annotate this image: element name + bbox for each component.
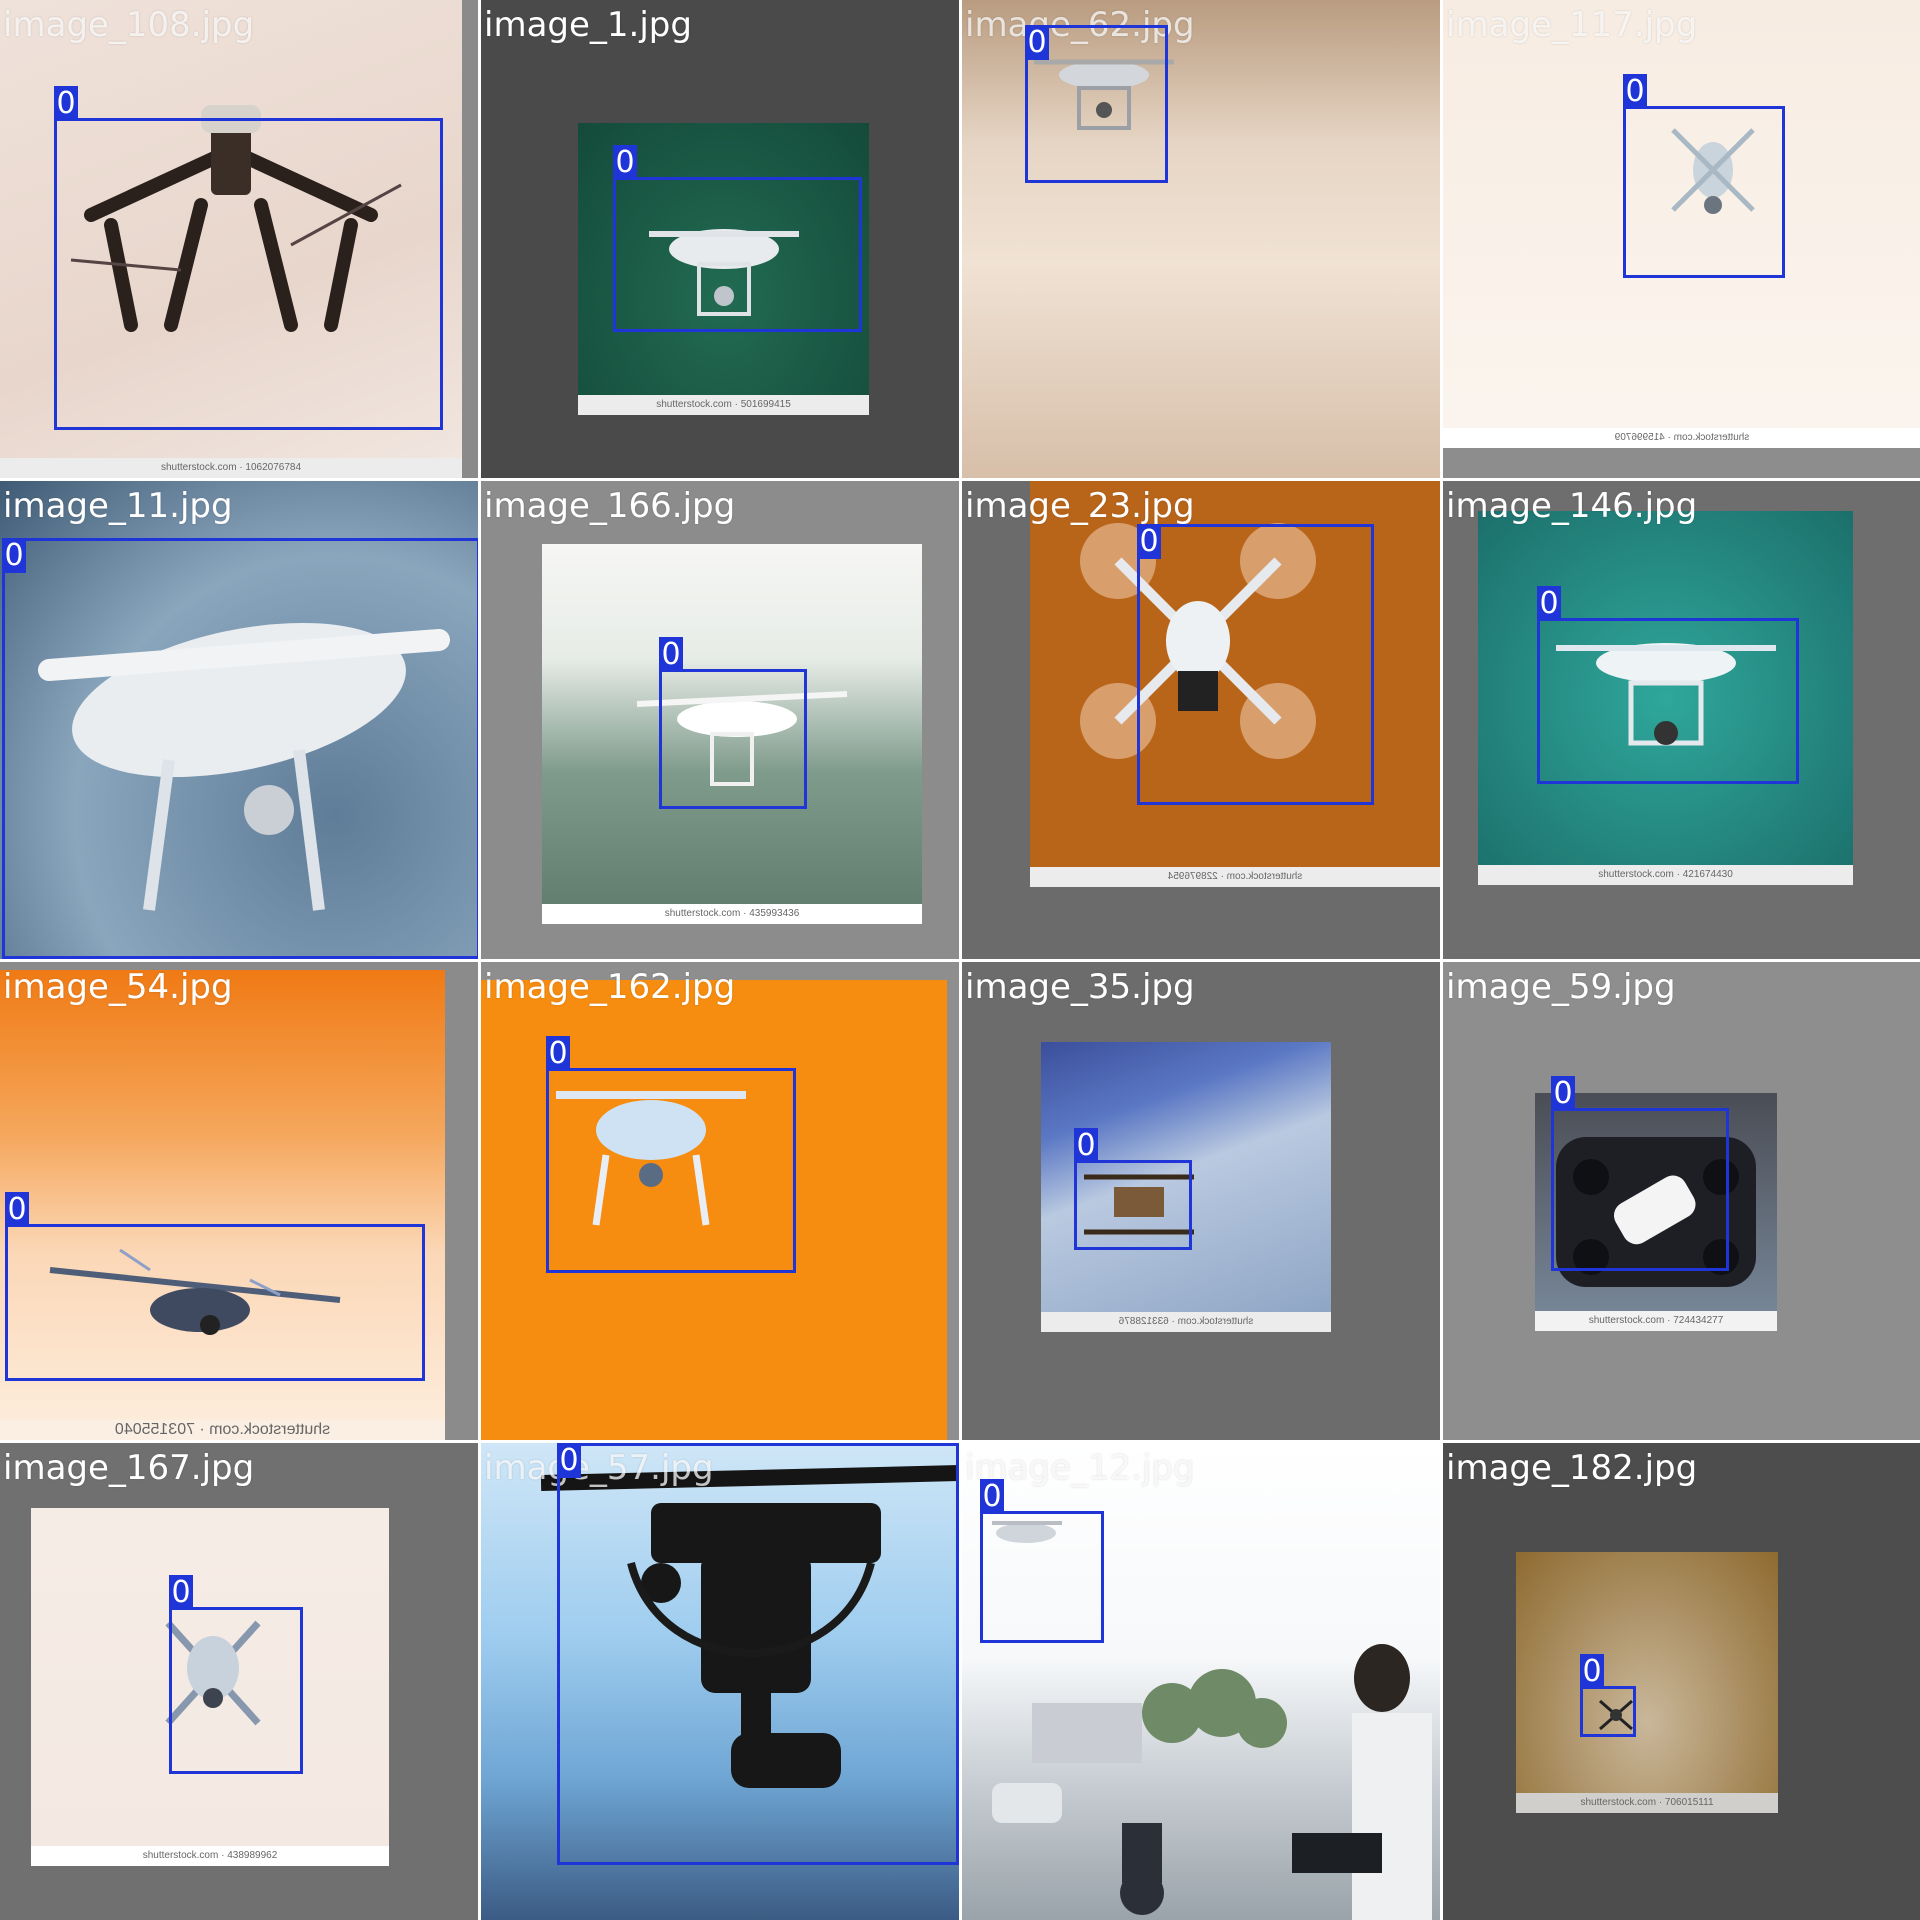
bounding-box: 0 [1137,524,1374,805]
detection-results-grid: shutterstock.com · 1062076784 image_108.… [0,0,1920,1920]
bounding-box: 0 [1580,1654,1636,1737]
image-filename: image_146.jpg [1446,486,1698,526]
class-label: 0 [169,1575,193,1610]
bounding-box: 0 [54,86,443,430]
watermark: shutterstock.com · 421674430 [1478,865,1853,885]
image-filename: image_11.jpg [3,486,233,526]
image-filename: image_162.jpg [484,967,736,1007]
image-tile: image_11.jpg 0 [0,481,478,959]
image-filename: image_167.jpg [3,1448,255,1488]
watermark: shutterstock.com · 706015111 [1516,1793,1778,1813]
image-tile: shutterstock.com · 703155040 image_54.jp… [0,962,478,1440]
class-label: 0 [1025,25,1049,60]
bounding-box: 0 [659,637,807,809]
bounding-box: 0 [1623,74,1785,278]
watermark: shutterstock.com · 438989962 [31,1846,389,1866]
image-filename: image_108.jpg [3,5,255,45]
image-tile: shutterstock.com · 228976954 image_23.jp… [962,481,1440,959]
image-filename: image_35.jpg [965,967,1195,1007]
image-filename: image_23.jpg [965,486,1195,526]
image-tile: shutterstock.com · 435993436 image_166.j… [481,481,959,959]
image-filename: image_166.jpg [484,486,736,526]
bounding-box: 0 [1074,1128,1192,1250]
image-tile: image_162.jpg 0 [481,962,959,1440]
class-label: 0 [980,1479,1004,1514]
bounding-box: 0 [613,145,862,332]
image-tile: shutterstock.com · 501699415 image_1.jpg… [481,0,959,478]
watermark: shutterstock.com · 415996709 [1443,428,1920,448]
class-label: 0 [1074,1128,1098,1163]
image-filename: image_182.jpg [1446,1448,1698,1488]
image-filename: image_1.jpg [484,5,692,45]
image-tile: shutterstock.com · 438989962 image_167.j… [0,1443,478,1920]
class-label: 0 [1580,1654,1604,1689]
class-label: 0 [1623,74,1647,109]
watermark: shutterstock.com · 724434277 [1535,1311,1777,1331]
image-tile: image_12.jpg 0 [962,1443,1440,1920]
class-label: 0 [659,637,683,672]
image-tile: shutterstock.com · 421674430 image_146.j… [1443,481,1920,959]
image-filename: image_54.jpg [3,967,233,1007]
bounding-box: 0 [557,1443,959,1865]
class-label: 0 [54,86,78,121]
image-tile: shutterstock.com · 633128876 image_35.jp… [962,962,1440,1440]
bounding-box: 0 [2,538,478,959]
image-filename: image_117.jpg [1446,5,1698,45]
class-label: 0 [613,145,637,180]
bounding-box: 0 [1025,25,1168,183]
class-label: 0 [5,1192,29,1227]
bounding-box: 0 [980,1479,1104,1643]
image-tile: shutterstock.com · 706015111 image_182.j… [1443,1443,1920,1920]
watermark: shutterstock.com · 228976954 [1030,867,1440,887]
watermark: shutterstock.com · 435993436 [542,904,922,924]
image-tile: shutterstock.com · 1062076784 image_108.… [0,0,478,478]
bounding-box: 0 [5,1192,425,1381]
class-label: 0 [2,538,26,573]
bounding-box: 0 [169,1575,303,1774]
class-label: 0 [557,1443,581,1478]
image-filename: image_59.jpg [1446,967,1676,1007]
watermark: shutterstock.com · 703155040 [0,1420,445,1440]
class-label: 0 [1137,524,1161,559]
watermark: shutterstock.com · 633128876 [1041,1312,1331,1332]
image-tile: shutterstock.com · 415996709 image_117.j… [1443,0,1920,478]
watermark: shutterstock.com · 1062076784 [0,458,462,478]
bounding-box: 0 [1551,1076,1729,1271]
image-tile: shutterstock.com · 724434277 image_59.jp… [1443,962,1920,1440]
class-label: 0 [1537,586,1561,621]
class-label: 0 [1551,1076,1575,1111]
image-tile: image_57.jpg 0 [481,1443,959,1920]
bounding-box: 0 [1537,586,1799,784]
class-label: 0 [546,1036,570,1071]
image-tile: image_62.jpg 0 [962,0,1440,478]
bounding-box: 0 [546,1036,796,1273]
watermark: shutterstock.com · 501699415 [578,395,869,415]
drone-photo: shutterstock.com · 706015111 [1516,1552,1778,1813]
